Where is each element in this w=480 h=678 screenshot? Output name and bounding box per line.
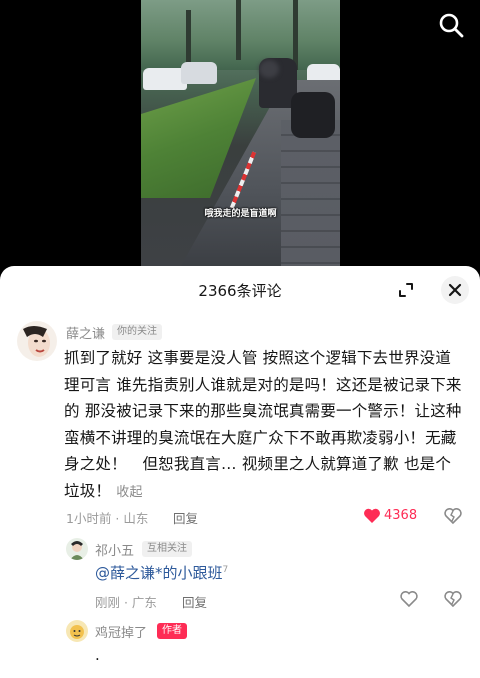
comment-text: 抓到了就好 这事要是没人管 按照这个逻辑下去世界没道理可言 谁先指责别人谁就是对…	[64, 345, 464, 506]
avatar-image	[66, 538, 88, 560]
relation-tag: 你的关注	[112, 324, 162, 340]
comment-meta: 1小时前 · 山东	[66, 511, 149, 526]
broken-heart-icon	[444, 508, 462, 525]
close-button[interactable]	[441, 276, 469, 304]
video-subtitle: 哦我走的是盲道啊	[204, 209, 277, 219]
reply-meta: 刚刚 · 广东	[95, 595, 157, 610]
parked-car	[181, 62, 217, 84]
search-button[interactable]	[437, 11, 465, 39]
author-tag: 作者	[157, 623, 187, 639]
dislike-button[interactable]	[443, 589, 463, 609]
heart-icon	[400, 591, 418, 608]
comment-sheet: 2366条评论 薛之谦 你的关注 抓到了就好 这事要是没人管 按照这个逻辑下去世…	[0, 266, 480, 678]
like-count: 4368	[384, 508, 418, 523]
collapse-link[interactable]: 收起	[116, 485, 142, 500]
like-button[interactable]	[362, 506, 382, 526]
avatar-image	[66, 620, 88, 642]
reply-text: @薛之谦*的小跟班7	[95, 562, 228, 583]
tactile-paving	[281, 120, 340, 266]
video-player[interactable]: 哦我走的是盲道啊	[141, 0, 340, 266]
relation-tag: 互相关注	[142, 541, 192, 557]
dislike-button[interactable]	[443, 506, 463, 526]
avatar[interactable]	[66, 538, 88, 560]
reply-text: .	[95, 646, 100, 664]
avatar-image	[17, 321, 57, 361]
mention-link[interactable]: @薛之谦*的小跟班	[95, 564, 223, 582]
search-icon	[439, 13, 464, 38]
expand-button[interactable]	[393, 277, 419, 303]
reply-author[interactable]: 祁小五	[95, 540, 134, 559]
reply-author[interactable]: 鸡冠掉了	[95, 622, 147, 641]
avatar[interactable]	[66, 620, 88, 642]
reply-button[interactable]: 回复	[173, 508, 198, 527]
comment-body: 抓到了就好 这事要是没人管 按照这个逻辑下去世界没道理可言 谁先指责别人谁就是对…	[64, 349, 462, 500]
electric-scooter	[291, 92, 335, 138]
douyin-comment-page: 哦我走的是盲道啊 2366条评论 薛之谦 你的关注 抓到了就好 这事要是没人管 …	[0, 0, 480, 678]
expand-icon	[399, 283, 413, 297]
heart-icon	[364, 508, 380, 523]
tree-trunk	[293, 0, 298, 70]
tree-trunk	[236, 0, 241, 60]
mention-superscript: 7	[222, 565, 229, 575]
reply-button[interactable]: 回复	[182, 592, 207, 611]
blurred-face	[259, 60, 279, 78]
like-button[interactable]	[399, 589, 419, 609]
broken-heart-icon	[444, 591, 462, 608]
avatar[interactable]	[17, 321, 57, 361]
close-icon	[448, 283, 462, 297]
comment-author[interactable]: 薛之谦	[66, 323, 105, 342]
tree-trunk	[186, 10, 191, 65]
